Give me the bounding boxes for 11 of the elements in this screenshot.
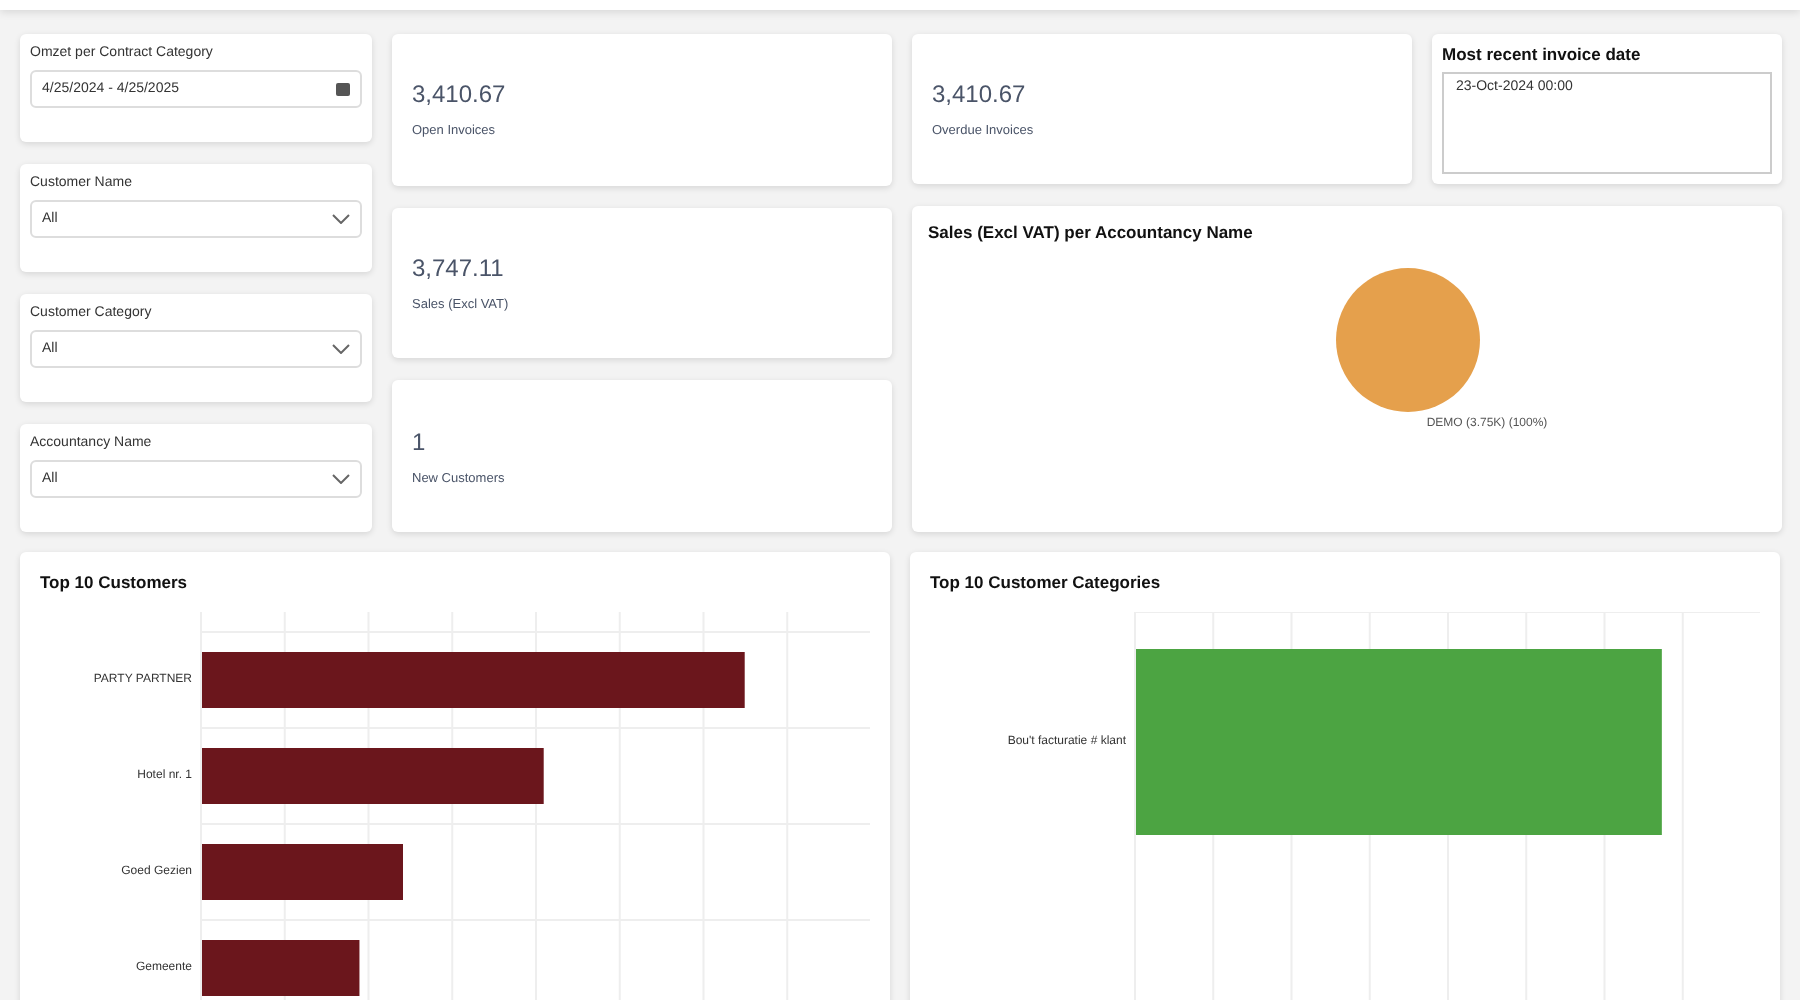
chart-title: Sales (Excl VAT) per Accountancy Name: [928, 222, 1255, 242]
kpi-value: 1: [412, 427, 428, 456]
card-title: Most recent invoice date: [1442, 44, 1643, 64]
chevron-down-icon[interactable]: [332, 214, 350, 224]
chart-title: Top 10 Customer Categories: [930, 572, 1163, 592]
chevron-down-icon[interactable]: [332, 474, 350, 484]
kpi-value: 3,410.67: [412, 80, 508, 109]
kpi-value: 3,747.11: [412, 254, 506, 282]
chart-title: Top 10 Customers: [40, 572, 190, 592]
kpi-value: 3,410.67: [932, 80, 1028, 108]
chevron-down-icon[interactable]: [332, 344, 350, 354]
